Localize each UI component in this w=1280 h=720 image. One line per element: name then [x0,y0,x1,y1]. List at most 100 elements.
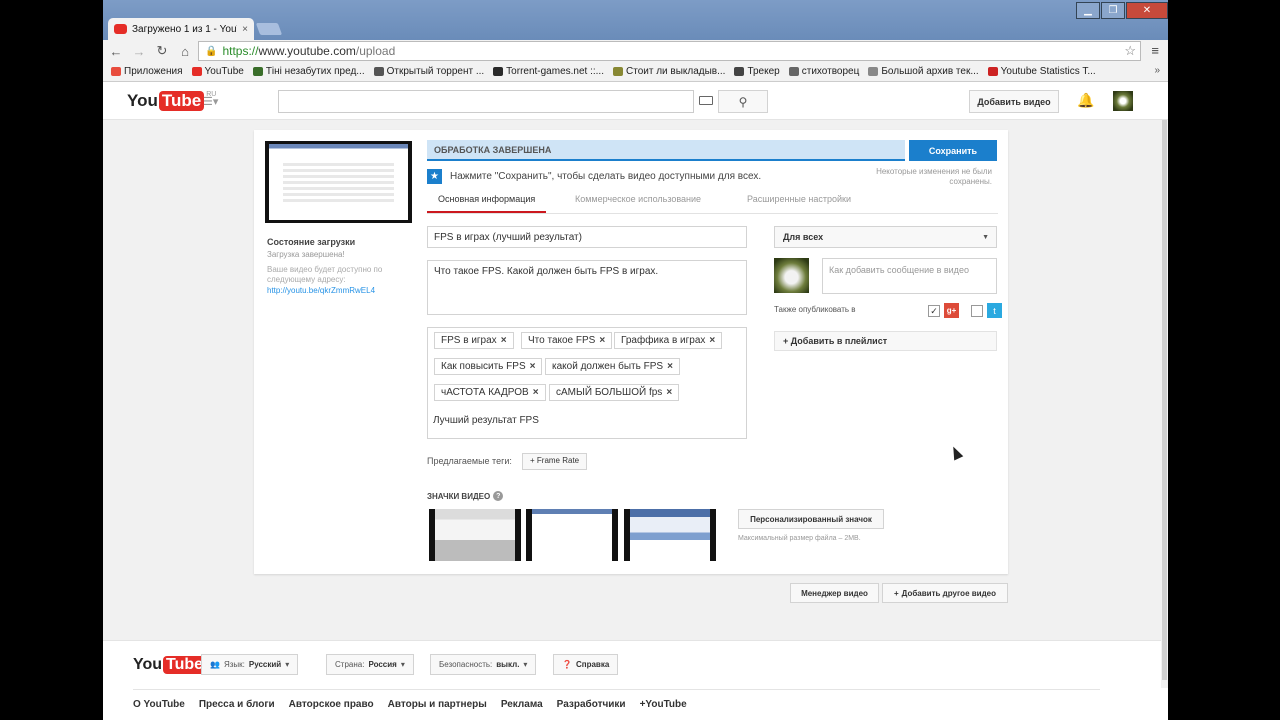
custom-thumbnail-button[interactable]: Персонализированный значок [738,509,884,529]
avatar[interactable] [1113,91,1133,111]
tag-remove-icon[interactable]: × [667,361,673,372]
bookmark-icon [493,67,504,76]
thumbnail-option-3[interactable] [624,509,716,561]
max-file-size-note: Максимальный размер файла – 2МВ. [738,535,861,542]
bookmark-label: Большой архив тек... [881,66,979,77]
country-button[interactable]: Страна: Россия ▾ [326,654,414,675]
bookmark-icon [987,67,998,76]
bookmark-item[interactable]: Приложения [111,66,183,77]
footer-link[interactable]: Авторское право [289,699,374,710]
tag-remove-icon[interactable]: × [666,387,672,398]
help-icon: ❓ [562,660,572,669]
bookmark-item[interactable]: Трекер [734,66,780,77]
forward-icon[interactable]: → [132,44,146,59]
tab-advanced[interactable]: Расширенные настройки [747,194,851,204]
unsaved-notice: Некоторые изменения не были сохранены. [876,167,992,186]
close-window-icon[interactable]: ✕ [1126,2,1168,19]
tag-remove-icon[interactable]: × [533,387,539,398]
footer-link[interactable]: Реклама [501,699,543,710]
bookmark-star-icon[interactable]: ☆ [1124,43,1136,59]
safety-button[interactable]: Безопасность: выкл. ▾ [430,654,537,675]
url-host: www.youtube.com [258,44,356,58]
upload-card: Состояние загрузки Загрузка завершена! В… [254,130,1008,574]
youtube-header: You Tube RU ☰▾ ⚲ Добавить видео 🔔 [103,82,1168,120]
bookmark-item[interactable]: Большой архив тек... [868,66,979,77]
video-link[interactable]: http://youtu.be/qkrZmmRwEL4 [267,286,375,295]
tag-label: FPS в играх [441,335,497,346]
upload-status-sub: Загрузка завершена! [267,250,345,259]
tag-remove-icon[interactable]: × [530,361,536,372]
gplus-checkbox[interactable]: ✓ [928,304,940,317]
tags-field[interactable]: Лучший результат FPS FPS в играх × Что так… [427,327,747,439]
suggested-tags-label: Предлагаемые теги: [427,456,512,466]
suggested-tag-button[interactable]: + Frame Rate [522,453,588,470]
maximize-icon[interactable]: ❐ [1101,2,1125,19]
search-input[interactable] [278,90,694,113]
page-scrollbar[interactable] [1161,120,1168,688]
tab-close-icon[interactable]: × [242,24,248,35]
footer-link[interactable]: Разработчики [557,699,626,710]
bookmark-item[interactable]: Youtube Statistics T... [987,66,1096,77]
thumbnail-option-2[interactable] [526,509,618,561]
upload-button[interactable]: Добавить видео [969,90,1059,113]
help-button[interactable]: ❓ Справка [553,654,619,675]
privacy-select[interactable]: Для всех ▼ [774,226,997,248]
bookmark-icon [191,67,202,76]
help-icon[interactable]: ? [493,491,504,501]
footer-link[interactable]: О YouTube [133,699,185,710]
twitter-icon: t [987,303,1002,318]
lock-icon: 🔒 [205,45,218,57]
bookmark-label: стихотворец [801,66,860,77]
footer-link[interactable]: +YouTube [640,699,687,710]
description-field[interactable]: Что такое FPS. Какой должен быть FPS в и… [427,260,747,315]
twitter-checkbox[interactable] [971,304,983,317]
bookmarks-more-icon[interactable]: » [1154,65,1160,76]
bookmark-item[interactable]: Torrent-games.net ::... [493,66,604,77]
bookmark-item[interactable]: Стоит ли выкладыв... [613,66,725,77]
bookmark-item[interactable]: YouTube [191,66,244,77]
back-icon[interactable]: ← [109,44,123,59]
share-message-input[interactable]: Как добавить сообщение в видео [822,258,997,294]
footer-link[interactable]: Пресса и блоги [199,699,275,710]
bookmark-item[interactable]: Открытый торрент ... [373,66,484,77]
add-to-playlist-button[interactable]: + Добавить в плейлист [774,331,997,351]
tag-entry[interactable]: Лучший результат FPS [433,415,539,426]
footer-link[interactable]: Авторы и партнеры [388,699,487,710]
title-field[interactable]: FPS в играх (лучший результат) [427,226,747,248]
address-bar[interactable]: 🔒 https://www.youtube.com/upload ☆ [198,41,1141,61]
tab-basic-info[interactable]: Основная информация [427,194,547,213]
tab-monetization[interactable]: Коммерческое использование [575,194,701,204]
reload-icon[interactable]: ↻ [155,43,169,59]
bookmark-icon [252,67,263,76]
search-button[interactable]: ⚲ [718,90,768,113]
bell-icon[interactable]: 🔔 [1077,92,1094,109]
tag-chip: FPS в играх × [434,332,514,349]
tag-remove-icon[interactable]: × [599,335,605,346]
home-icon[interactable]: ⌂ [178,44,192,59]
keyboard-icon[interactable] [699,96,713,105]
save-hint: Нажмите "Сохранить", чтобы сделать видео… [450,171,762,182]
footer-youtube-logo[interactable]: You Tube [133,656,207,674]
bookmark-icon [734,67,745,76]
tag-remove-icon[interactable]: × [501,335,507,346]
browser-tab[interactable]: Загружено 1 из 1 - YouTu × [108,18,254,40]
browser-menu-icon[interactable]: ≡ [1151,43,1159,58]
tag-remove-icon[interactable]: × [709,335,715,346]
tag-chip: чАСТОТА КАДРОВ × [434,384,546,401]
add-another-video-button[interactable]: + Добавить другое видео [882,583,1008,603]
language-button[interactable]: 👥 Язык: Русский ▾ [201,654,299,675]
also-publish-label: Также опубликовать в [774,305,856,314]
country-label: Страна: [335,660,365,669]
minimize-icon[interactable]: ▁ [1076,2,1100,19]
tag-chip: Что такое FPS × [521,332,613,349]
thumbnail-option-1[interactable] [429,509,521,561]
bookmark-item[interactable]: стихотворец [788,66,860,77]
guide-menu-icon[interactable]: ☰▾ [203,95,218,108]
scrollbar-thumb[interactable] [1162,120,1167,680]
save-button[interactable]: Сохранить [909,140,997,161]
new-tab-button[interactable] [255,23,283,35]
bookmark-item[interactable]: Тіні незабутих пред... [252,66,365,77]
tag-chip: Как повысить FPS × [434,358,543,375]
video-manager-button[interactable]: Менеджер видео [790,583,879,603]
safety-label: Безопасность: [439,660,493,669]
